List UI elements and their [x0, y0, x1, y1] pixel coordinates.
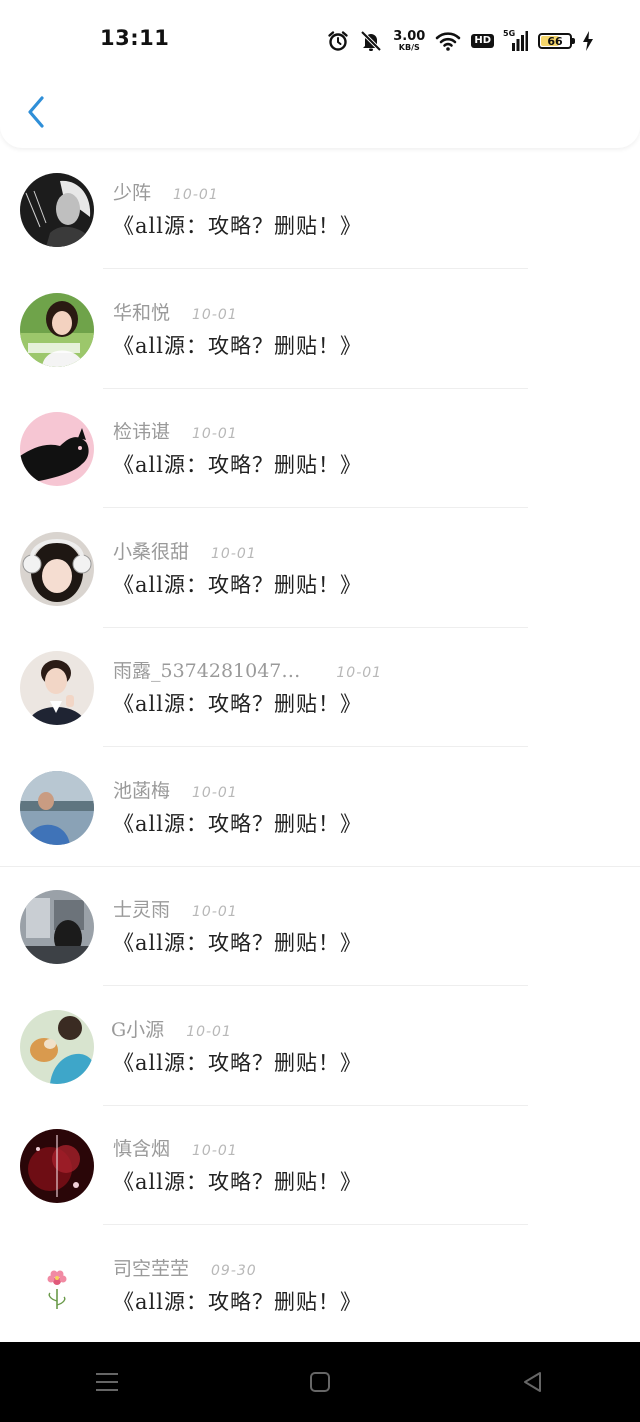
net-speed: 3.00 KB/S [393, 30, 425, 52]
username: 司空茔茔 [113, 1257, 190, 1280]
message-row[interactable]: G小源 10-01 《all源：攻略？删贴！》 [0, 987, 640, 1107]
message-row[interactable]: 池菡梅 10-01 《all源：攻略？删贴！》 [0, 748, 640, 868]
signal-5g-icon: 5G [503, 29, 528, 51]
name-line: 少阵 10-01 [113, 178, 219, 205]
chevron-left-icon [28, 96, 44, 128]
message-row[interactable]: 华和悦 10-01 《all源：攻略？删贴！》 [0, 270, 640, 390]
name-line: G小源 10-01 [111, 1015, 232, 1042]
message-date: 10-01 [186, 1023, 232, 1040]
avatar[interactable] [20, 412, 94, 486]
status-time: 13:11 [100, 26, 170, 50]
username: 慎含烟 [113, 1138, 171, 1160]
avatar[interactable] [20, 890, 94, 964]
username: 华和悦 [113, 301, 171, 324]
message-text: 《all源：攻略？删贴！》 [113, 453, 362, 477]
message-text: 《all源：攻略？删贴！》 [113, 931, 362, 955]
message-date: 10-01 [211, 545, 257, 562]
username: 少阵 [113, 182, 152, 204]
username: 士灵雨 [113, 899, 171, 921]
message-date: 10-01 [192, 426, 238, 442]
wifi-icon [435, 30, 461, 52]
message-list: 少阵 10-01 《all源：攻略？删贴！》 华和悦 10-01 《all源：攻… [0, 150, 640, 1345]
message-date: 10-01 [173, 187, 219, 203]
net-speed-value: 3.00 [393, 29, 426, 44]
top-header: 13:11 3.00 KB/S HD 5G 66 [0, 0, 640, 148]
avatar[interactable] [20, 1129, 94, 1203]
alarm-icon [327, 30, 349, 52]
message-text: 《all源：攻略？删贴！》 [113, 333, 362, 358]
status-icons: 3.00 KB/S HD 5G 66 [327, 26, 594, 56]
message-row[interactable]: 小桑很甜 10-01 《all源：攻略？删贴！》 [0, 509, 640, 629]
message-text: 《all源：攻略？删贴！》 [113, 572, 362, 597]
back-button[interactable] [20, 92, 52, 132]
name-line: 小桑很甜 10-01 [113, 537, 257, 564]
avatar[interactable] [20, 651, 94, 725]
message-text: 《all源：攻略？删贴！》 [113, 811, 362, 836]
message-date: 09-30 [211, 1262, 257, 1279]
name-line: 华和悦 10-01 [113, 298, 238, 325]
username: 雨露_5374281047… [113, 660, 301, 682]
name-line: 雨露_5374281047… 10-01 [113, 656, 382, 683]
back-nav-button[interactable] [503, 1352, 563, 1412]
hd-icon: HD [471, 34, 494, 48]
message-date: 10-01 [192, 306, 238, 323]
avatar[interactable] [20, 1248, 94, 1323]
message-text: 《all源：攻略？删贴！》 [113, 1289, 362, 1314]
message-row[interactable]: 雨露_5374281047… 10-01 《all源：攻略？删贴！》 [0, 628, 640, 748]
message-text: 《all源：攻略？删贴！》 [113, 1170, 362, 1194]
username: G小源 [111, 1018, 165, 1041]
avatar[interactable] [20, 1009, 94, 1084]
back-triangle-icon [524, 1372, 542, 1392]
avatar[interactable] [20, 173, 94, 247]
system-nav-bar [0, 1342, 640, 1422]
name-line: 慎含烟 10-01 [113, 1134, 238, 1161]
username: 小桑很甜 [113, 540, 190, 563]
name-line: 检讳谌 10-01 [113, 417, 238, 444]
message-text: 《all源：攻略？删贴！》 [113, 1050, 362, 1075]
mute-bell-icon [359, 30, 383, 52]
name-line: 司空茔茔 09-30 [113, 1254, 257, 1281]
battery-level: 66 [547, 34, 563, 48]
avatar[interactable] [20, 770, 94, 845]
battery-icon: 66 [538, 33, 575, 49]
avatar[interactable] [20, 292, 94, 367]
home-button[interactable] [290, 1352, 350, 1412]
message-date: 10-01 [336, 665, 383, 681]
menu-button[interactable] [77, 1352, 137, 1412]
net-speed-unit: KB/S [398, 43, 420, 52]
message-text: 《all源：攻略？删贴！》 [113, 692, 362, 716]
username: 检讳谌 [113, 421, 171, 443]
avatar[interactable] [20, 531, 94, 606]
charging-icon [582, 31, 594, 51]
message-row[interactable]: 少阵 10-01 《all源：攻略？删贴！》 [0, 150, 640, 270]
message-text: 《all源：攻略？删贴！》 [113, 214, 362, 238]
home-square-icon [309, 1372, 330, 1392]
message-row[interactable]: 慎含烟 10-01 《all源：攻略？删贴！》 [0, 1106, 640, 1226]
message-date: 10-01 [192, 904, 238, 920]
message-row[interactable]: 士灵雨 10-01 《all源：攻略？删贴！》 [0, 867, 640, 987]
signal-label: 5G [503, 29, 516, 38]
name-line: 池菡梅 10-01 [113, 776, 238, 803]
menu-icon [95, 1373, 118, 1391]
username: 池菡梅 [113, 779, 171, 802]
message-date: 10-01 [192, 784, 238, 801]
message-date: 10-01 [192, 1143, 238, 1159]
name-line: 士灵雨 10-01 [113, 895, 238, 922]
message-row[interactable]: 检讳谌 10-01 《all源：攻略？删贴！》 [0, 389, 640, 509]
message-row[interactable]: 司空茔茔 09-30 《all源：攻略？删贴！》 [0, 1226, 640, 1346]
